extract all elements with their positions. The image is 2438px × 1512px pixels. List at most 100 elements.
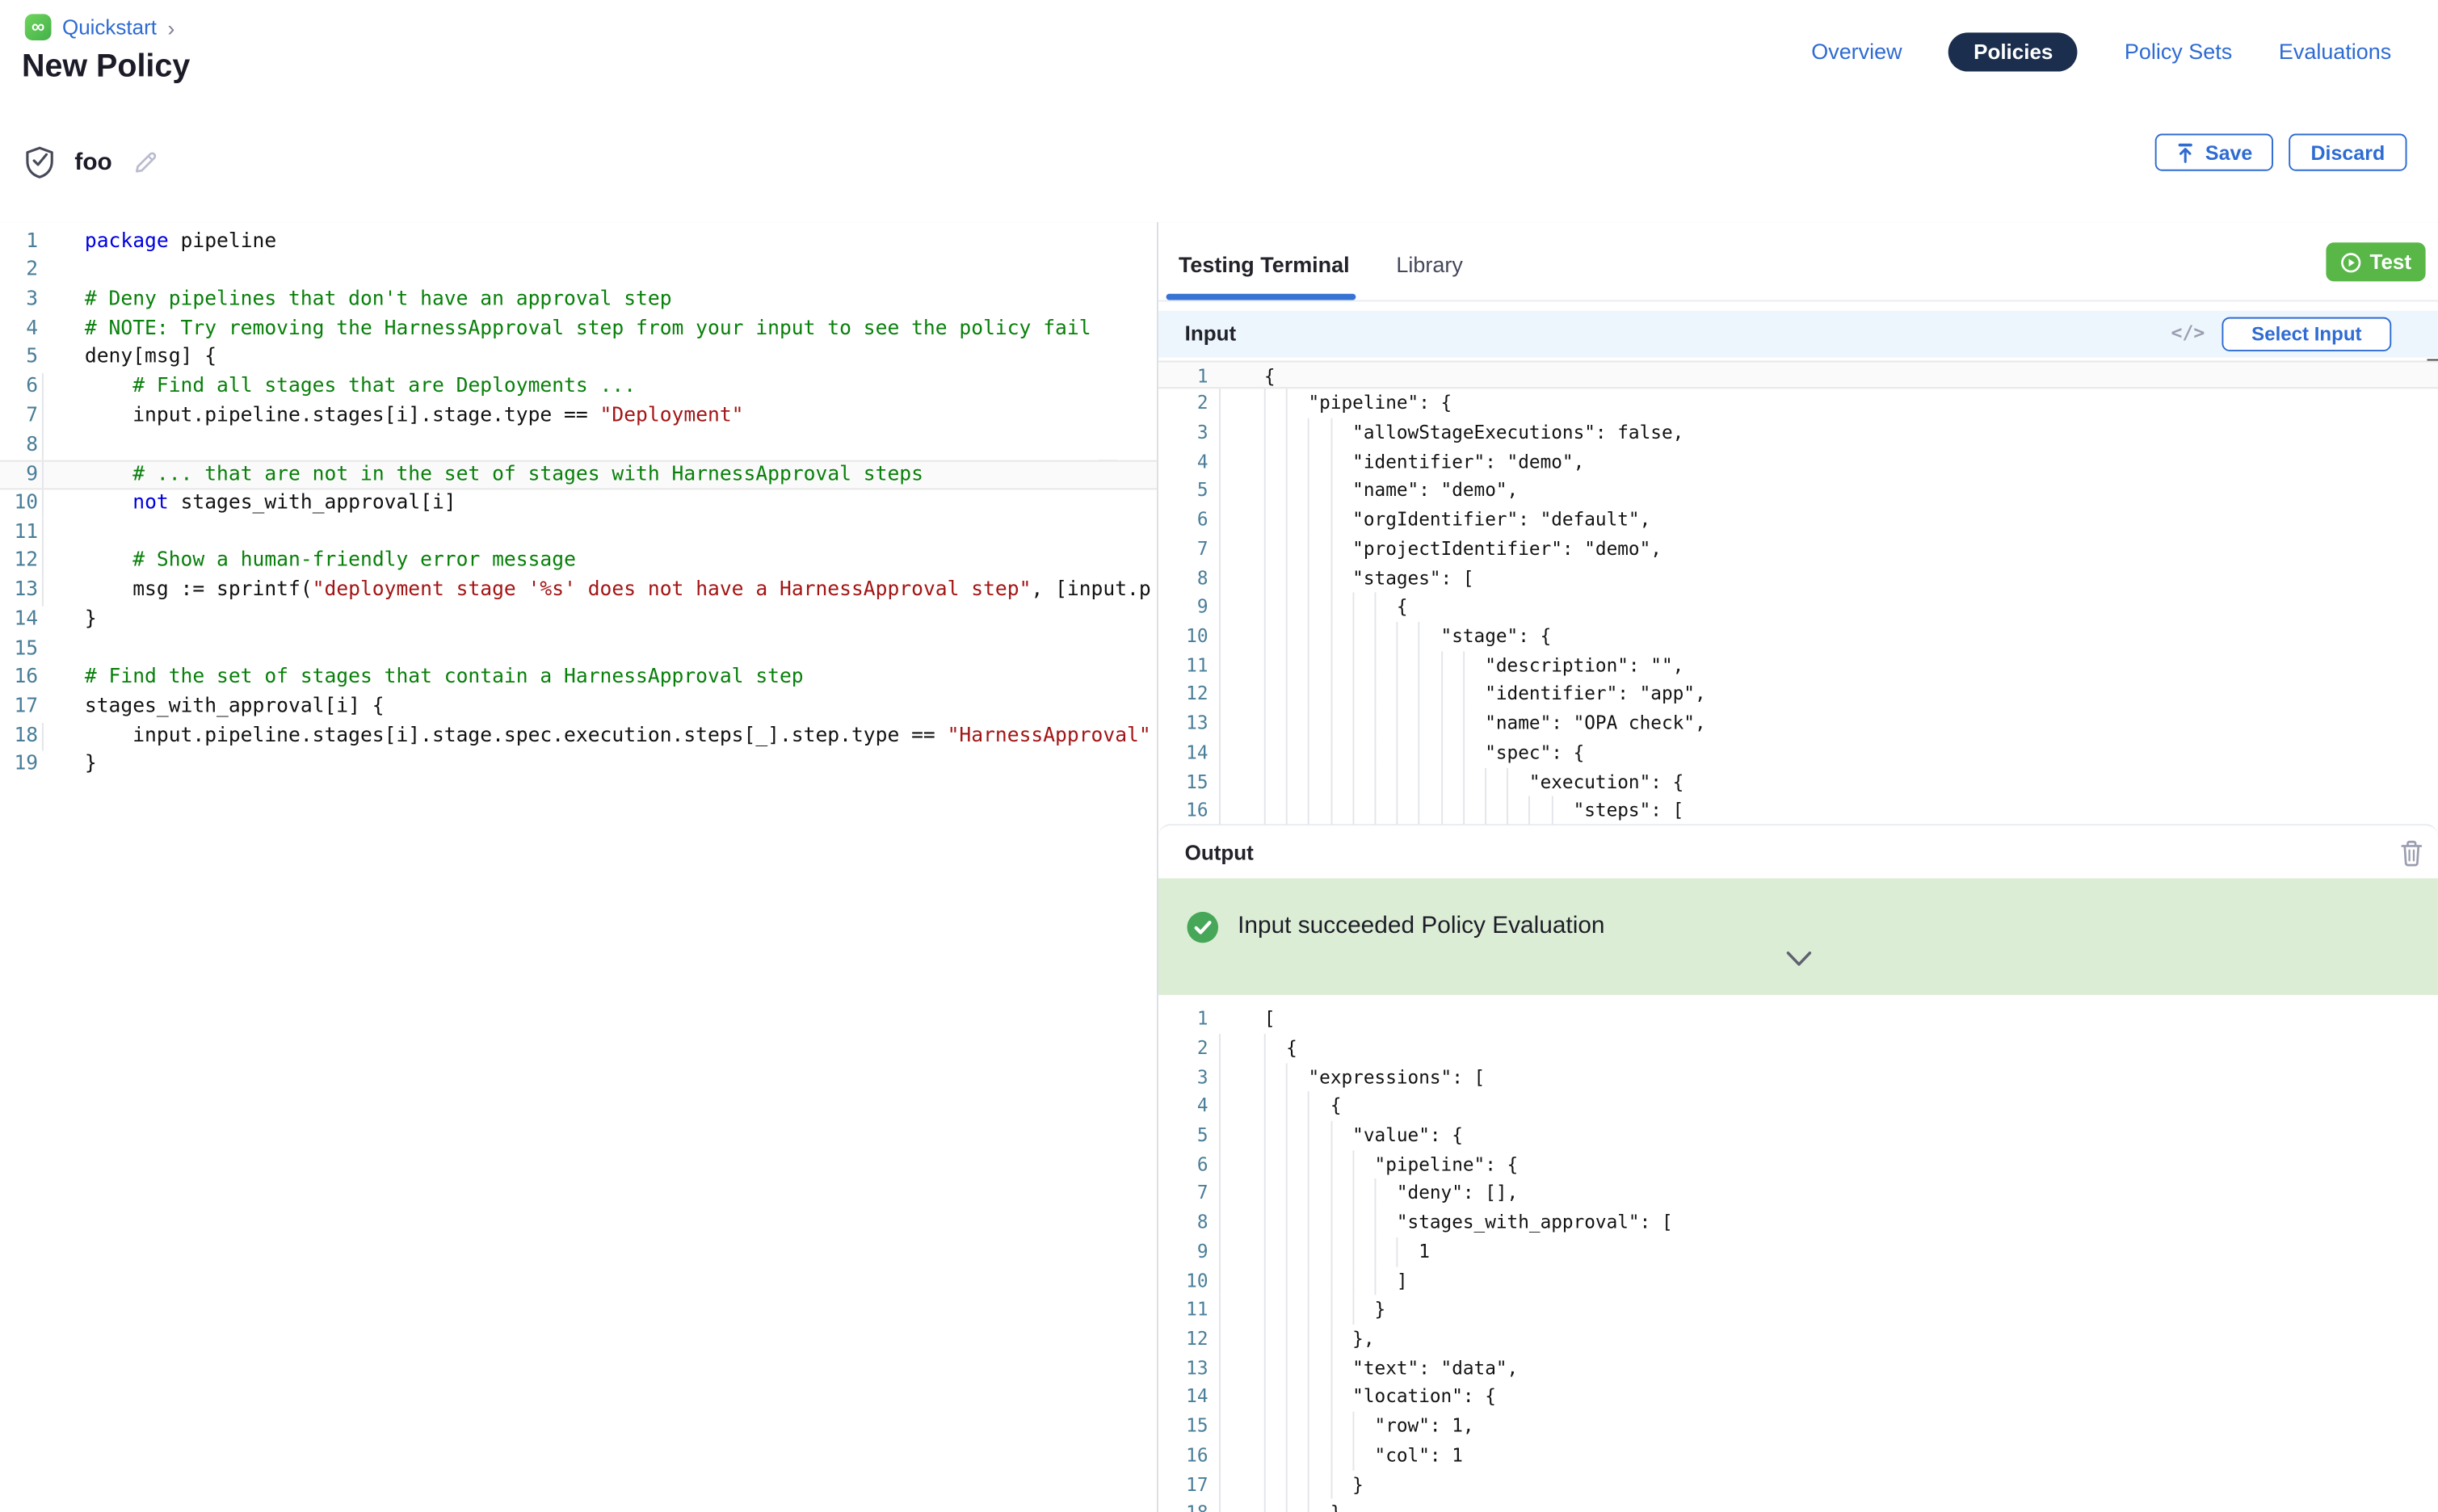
code-line[interactable]: 16 "steps": [ — [1158, 796, 2438, 825]
indent-guide — [1218, 1092, 1220, 1121]
code-line[interactable]: 12 # Show a human-friendly error message — [0, 548, 1157, 577]
code-line[interactable]: 6 # Find all stages that are Deployments… — [0, 373, 1157, 402]
code-line[interactable]: 12 }, — [1158, 1325, 2438, 1354]
code-line[interactable]: 18 input.pipeline.stages[i].stage.spec.e… — [0, 722, 1157, 751]
code-line[interactable]: 3# Deny pipelines that don't have an app… — [0, 286, 1157, 315]
code-line[interactable]: 12 "identifier": "app", — [1158, 680, 2438, 709]
breadcrumb-project-link[interactable]: Quickstart — [62, 15, 157, 39]
code-line[interactable]: 2 — [0, 257, 1157, 286]
code-line[interactable]: 5deny[msg] { — [0, 344, 1157, 373]
code-line[interactable]: 8 "stages": [ — [1158, 564, 2438, 593]
code-line[interactable]: 9 { — [1158, 593, 2438, 622]
input-json-editor[interactable]: 1{2 "pipeline": {3 "allowStageExecutions… — [1158, 358, 2438, 826]
code-view-icon[interactable]: </> — [2171, 321, 2205, 343]
line-number: 14 — [0, 606, 38, 635]
discard-button-label: Discard — [2310, 141, 2385, 164]
code-line[interactable]: 17 } — [1158, 1470, 2438, 1499]
code-line[interactable]: 8 — [0, 431, 1157, 460]
discard-button[interactable]: Discard — [2289, 134, 2406, 171]
code-text: "steps": [ — [1264, 796, 1683, 825]
code-line[interactable]: 5 "name": "demo", — [1158, 477, 2438, 506]
code-line[interactable]: 17stages_with_approval[i] { — [0, 693, 1157, 722]
indent-guide — [1218, 1354, 1220, 1383]
code-line[interactable]: 15 — [0, 635, 1157, 664]
output-json-editor[interactable]: 1[2 {3 "expressions": [4 {5 "value": {6 … — [1158, 1002, 2438, 1512]
code-line[interactable]: 1[ — [1158, 1005, 2438, 1034]
code-line[interactable]: 16 "col": 1 — [1158, 1441, 2438, 1470]
code-text: ] — [1264, 1266, 1408, 1296]
code-line[interactable]: 18 } — [1158, 1499, 2438, 1512]
clear-output-button[interactable] — [2399, 839, 2424, 867]
code-line[interactable]: 10 ] — [1158, 1266, 2438, 1296]
code-line[interactable]: 8 "stages_with_approval": [ — [1158, 1208, 2438, 1237]
tab-library[interactable]: Library — [1396, 252, 1462, 277]
code-line[interactable]: 16# Find the set of stages that contain … — [0, 664, 1157, 693]
code-text: "spec": { — [1264, 738, 1584, 767]
nav-tab-policy-sets[interactable]: Policy Sets — [2125, 39, 2232, 64]
code-line[interactable]: 3 "allowStageExecutions": false, — [1158, 418, 2438, 447]
code-line[interactable]: 2 "pipeline": { — [1158, 389, 2438, 418]
nav-tab-policies[interactable]: Policies — [1948, 32, 2078, 70]
indent-guide — [1218, 1237, 1220, 1266]
line-number: 9 — [1158, 593, 1208, 622]
toolbar-actions: Save Discard — [2155, 134, 2407, 171]
code-line[interactable]: 2 { — [1158, 1034, 2438, 1063]
code-line[interactable]: 4 { — [1158, 1092, 2438, 1121]
chevron-down-icon[interactable] — [1785, 951, 1812, 967]
code-line[interactable]: 6 "orgIdentifier": "default", — [1158, 506, 2438, 535]
line-number: 12 — [1158, 680, 1208, 709]
indent-guide — [1218, 1121, 1220, 1150]
code-line[interactable]: 1package pipeline — [0, 228, 1157, 257]
code-line[interactable]: 13 msg := sprintf("deployment stage '%s'… — [0, 577, 1157, 606]
code-line[interactable]: 4 "identifier": "demo", — [1158, 447, 2438, 477]
code-line[interactable]: 13 "name": "OPA check", — [1158, 709, 2438, 738]
code-line[interactable]: 6 "pipeline": { — [1158, 1150, 2438, 1179]
code-line[interactable]: 11 } — [1158, 1296, 2438, 1325]
indent-guide — [1218, 1266, 1220, 1296]
code-line[interactable]: 5 "value": { — [1158, 1121, 2438, 1150]
code-line[interactable]: 3 "expressions": [ — [1158, 1063, 2438, 1092]
code-line[interactable]: 7 "projectIdentifier": "demo", — [1158, 535, 2438, 564]
code-line[interactable]: 11 — [0, 519, 1157, 548]
indent-guide — [1218, 1441, 1220, 1470]
code-line[interactable]: 1{ — [1158, 360, 2438, 389]
test-button[interactable]: Test — [2326, 242, 2425, 281]
nav-tab-evaluations[interactable]: Evaluations — [2279, 39, 2391, 64]
code-line[interactable]: 9 # ... that are not in the set of stage… — [0, 460, 1157, 489]
line-number: 3 — [0, 286, 38, 315]
code-line[interactable]: 11 "description": "", — [1158, 651, 2438, 680]
code-line[interactable]: 7 input.pipeline.stages[i].stage.type ==… — [0, 402, 1157, 431]
policy-code-editor[interactable]: 1package pipeline23# Deny pipelines that… — [0, 222, 1157, 1512]
tab-testing-terminal[interactable]: Testing Terminal — [1179, 252, 1350, 277]
code-line[interactable]: 14} — [0, 606, 1157, 635]
code-line[interactable]: 14 "location": { — [1158, 1383, 2438, 1412]
policy-toolbar: foo Save Discard — [0, 115, 2438, 224]
harness-logo-icon: ∞ — [25, 14, 52, 40]
line-number: 1 — [1158, 362, 1208, 391]
code-line[interactable]: 10 "stage": { — [1158, 622, 2438, 651]
code-line[interactable]: 4# NOTE: Try removing the HarnessApprova… — [0, 315, 1157, 344]
code-text: "execution": { — [1264, 767, 1683, 796]
code-line[interactable]: 13 "text": "data", — [1158, 1354, 2438, 1383]
code-text: "expressions": [ — [1264, 1063, 1485, 1092]
code-line[interactable]: 15 "row": 1, — [1158, 1412, 2438, 1441]
indent-guide — [1218, 1325, 1220, 1354]
line-number: 17 — [0, 693, 38, 722]
code-text: "orgIdentifier": "default", — [1264, 506, 1650, 535]
code-line[interactable]: 7 "deny": [], — [1158, 1179, 2438, 1208]
line-number: 10 — [0, 489, 38, 519]
indent-guide — [1218, 1383, 1220, 1412]
indent-guide — [1218, 738, 1220, 767]
code-line[interactable]: 15 "execution": { — [1158, 767, 2438, 796]
code-text: package pipeline — [85, 228, 276, 257]
line-number: 4 — [0, 315, 38, 344]
nav-tab-overview[interactable]: Overview — [1811, 39, 1902, 64]
code-line[interactable]: 9 1 — [1158, 1237, 2438, 1266]
save-button[interactable]: Save — [2155, 134, 2273, 171]
code-line[interactable]: 14 "spec": { — [1158, 738, 2438, 767]
edit-pencil-icon[interactable] — [132, 149, 159, 176]
code-line[interactable]: 10 not stages_with_approval[i] — [0, 489, 1157, 519]
code-line[interactable]: 19} — [0, 751, 1157, 780]
code-text: input.pipeline.stages[i].stage.spec.exec… — [85, 722, 1151, 751]
select-input-button[interactable]: Select Input — [2222, 317, 2391, 351]
